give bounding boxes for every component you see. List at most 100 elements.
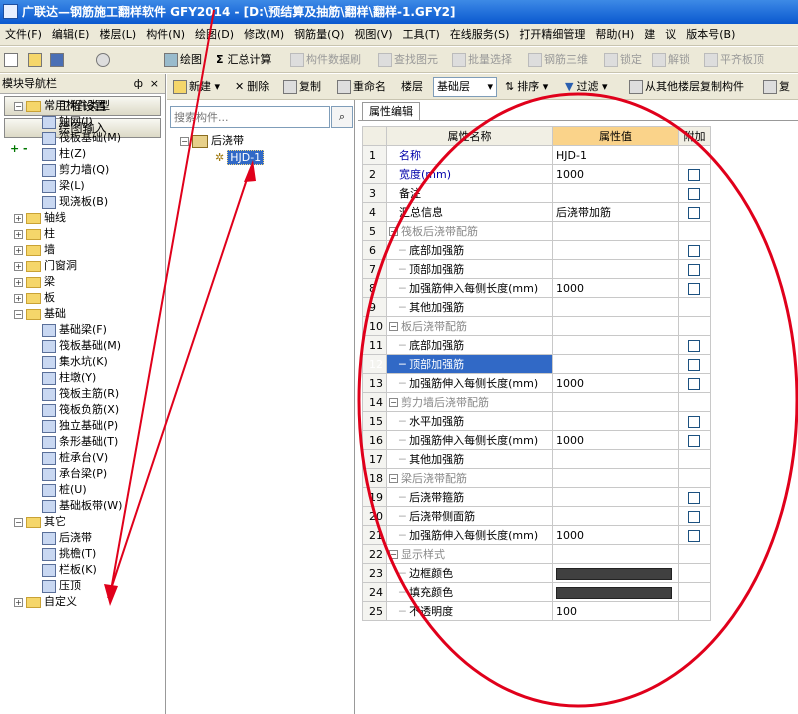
- property-row[interactable]: 9 ─ 其他加强筋: [362, 297, 711, 317]
- rebar3d-button[interactable]: 钢筋三维: [528, 47, 588, 72]
- extra-checkbox[interactable]: [688, 282, 700, 295]
- property-row[interactable]: 11 ─ 底部加强筋: [362, 335, 711, 355]
- new-component-button[interactable]: 新建 ▾: [173, 74, 220, 99]
- undo-button[interactable]: [96, 47, 112, 72]
- find-button[interactable]: 查找图元: [378, 47, 438, 72]
- tree-folder[interactable]: + 梁: [14, 274, 55, 290]
- tree-item[interactable]: 轴网(J): [42, 114, 93, 130]
- tree-item[interactable]: 基础板带(W): [42, 498, 122, 514]
- tree-folder[interactable]: + 板: [14, 290, 55, 306]
- extra-checkbox[interactable]: [688, 510, 700, 523]
- tree-item[interactable]: 筏板基础(M): [42, 130, 121, 146]
- property-value-cell[interactable]: [552, 544, 679, 564]
- tree-item[interactable]: 后浇带: [42, 530, 92, 546]
- collapse-icon[interactable]: −: [14, 309, 23, 319]
- tree-item[interactable]: 剪力墙(Q): [42, 162, 109, 178]
- tree-item-hjd-1[interactable]: ✲ HJD-1: [215, 150, 265, 166]
- property-row[interactable]: 23 ─ 边框颜色: [362, 563, 711, 583]
- menu-item[interactable]: 版本号(B): [681, 24, 740, 45]
- collapse-icon[interactable]: −: [389, 474, 398, 483]
- property-value-cell[interactable]: [552, 468, 679, 488]
- property-value-cell[interactable]: 1000: [552, 278, 679, 298]
- property-row[interactable]: 13 ─ 加强筋伸入每侧长度(mm) 1000: [362, 373, 711, 393]
- tab-property-edit[interactable]: 属性编辑: [362, 102, 420, 120]
- property-value-cell[interactable]: HJD-1: [552, 145, 679, 165]
- property-value-cell[interactable]: [552, 354, 679, 374]
- tree-item[interactable]: 条形基础(T): [42, 434, 118, 450]
- property-row[interactable]: 21 ─ 加强筋伸入每侧长度(mm) 1000: [362, 525, 711, 545]
- property-value-cell[interactable]: 1000: [552, 525, 679, 545]
- property-row[interactable]: 2 宽度(mm) 1000: [362, 164, 711, 184]
- menu-item[interactable]: 钢筋量(Q): [289, 24, 349, 45]
- property-value-cell[interactable]: 1000: [552, 430, 679, 450]
- tree-item[interactable]: 桩承台(V): [42, 450, 108, 466]
- extra-checkbox[interactable]: [688, 339, 700, 352]
- collapse-icon[interactable]: −: [14, 517, 23, 527]
- unlock-button[interactable]: 解锁: [652, 47, 690, 72]
- collapse-icon[interactable]: −: [389, 398, 398, 407]
- tree-item[interactable]: 柱(Z): [42, 146, 86, 162]
- property-value-cell[interactable]: [552, 335, 679, 355]
- expand-icon[interactable]: +: [14, 277, 23, 287]
- tree-item[interactable]: 桩(U): [42, 482, 87, 498]
- component-search-input[interactable]: [170, 106, 330, 128]
- property-row[interactable]: 6 ─ 底部加强筋: [362, 240, 711, 260]
- property-row[interactable]: 17 ─ 其他加强筋: [362, 449, 711, 469]
- tree-folder[interactable]: + 轴线: [14, 210, 66, 226]
- close-icon[interactable]: ×: [150, 74, 159, 94]
- tree-item[interactable]: 承台梁(P): [42, 466, 107, 482]
- property-row[interactable]: 25 ─ 不透明度 100: [362, 601, 711, 621]
- property-value-cell[interactable]: [552, 221, 679, 241]
- batch-select-button[interactable]: 批量选择: [452, 47, 512, 72]
- collapse-icon[interactable]: −: [180, 136, 189, 146]
- filter-button[interactable]: ▼ 过滤 ▾: [565, 74, 608, 99]
- property-row[interactable]: 4 汇总信息 后浇带加筋: [362, 202, 711, 222]
- collapse-icon[interactable]: −: [389, 550, 398, 559]
- tree-item[interactable]: 集水坑(K): [42, 354, 108, 370]
- copy-button[interactable]: 复制: [283, 74, 321, 99]
- tree-folder[interactable]: + 自定义: [14, 594, 77, 610]
- tree-item[interactable]: 挑檐(T): [42, 546, 96, 562]
- tree-item[interactable]: 独立基础(P): [42, 418, 118, 434]
- extra-checkbox[interactable]: [688, 358, 700, 371]
- sum-button[interactable]: Σ 汇总计算: [216, 47, 272, 72]
- extra-checkbox[interactable]: [688, 168, 700, 181]
- extra-checkbox[interactable]: [688, 187, 700, 200]
- brush-button[interactable]: 构件数据刷: [290, 47, 361, 72]
- tree-folder[interactable]: + 墙: [14, 242, 55, 258]
- property-row[interactable]: 5− 筏板后浇带配筋: [362, 221, 711, 241]
- expand-icon[interactable]: +: [14, 261, 23, 271]
- property-row[interactable]: 10− 板后浇带配筋: [362, 316, 711, 336]
- menu-item[interactable]: 修改(M): [239, 24, 289, 45]
- menu-item[interactable]: 帮助(H): [590, 24, 639, 45]
- property-row[interactable]: 19 ─ 后浇带箍筋: [362, 487, 711, 507]
- property-row[interactable]: 8 ─ 加强筋伸入每侧长度(mm) 1000: [362, 278, 711, 298]
- rename-button[interactable]: 重命名: [337, 74, 386, 99]
- menu-item[interactable]: 议: [660, 24, 681, 45]
- save-button[interactable]: [50, 47, 66, 72]
- sort-button[interactable]: ⇅ 排序 ▾: [505, 74, 548, 99]
- menu-item[interactable]: 构件(N): [141, 24, 190, 45]
- new-file-button[interactable]: [4, 47, 20, 72]
- property-row[interactable]: 22− 显示样式: [362, 544, 711, 564]
- property-value-cell[interactable]: 1000: [552, 164, 679, 184]
- property-value-cell[interactable]: [552, 240, 679, 260]
- extra-checkbox[interactable]: [688, 415, 700, 428]
- menu-item[interactable]: 工具(T): [398, 24, 445, 45]
- property-row[interactable]: 14− 剪力墙后浇带配筋: [362, 392, 711, 412]
- property-value-cell[interactable]: [552, 449, 679, 469]
- property-value-cell[interactable]: [552, 487, 679, 507]
- flat-top-button[interactable]: 平齐板顶: [704, 47, 764, 72]
- property-row[interactable]: 20 ─ 后浇带侧面筋: [362, 506, 711, 526]
- tree-item[interactable]: 柱墩(Y): [42, 370, 96, 386]
- extra-checkbox[interactable]: [688, 263, 700, 276]
- property-row[interactable]: 16 ─ 加强筋伸入每侧长度(mm) 1000: [362, 430, 711, 450]
- tree-folder[interactable]: − 其它: [14, 514, 66, 530]
- property-row[interactable]: 7 ─ 顶部加强筋: [362, 259, 711, 279]
- tree-folder[interactable]: − 常用构件类型: [14, 98, 110, 114]
- property-value-cell[interactable]: 100: [552, 601, 679, 621]
- expand-icon[interactable]: +: [14, 213, 23, 223]
- tree-folder[interactable]: − 基础: [14, 306, 66, 322]
- property-value-cell[interactable]: [552, 297, 679, 317]
- property-value-cell[interactable]: 后浇带加筋: [552, 202, 679, 222]
